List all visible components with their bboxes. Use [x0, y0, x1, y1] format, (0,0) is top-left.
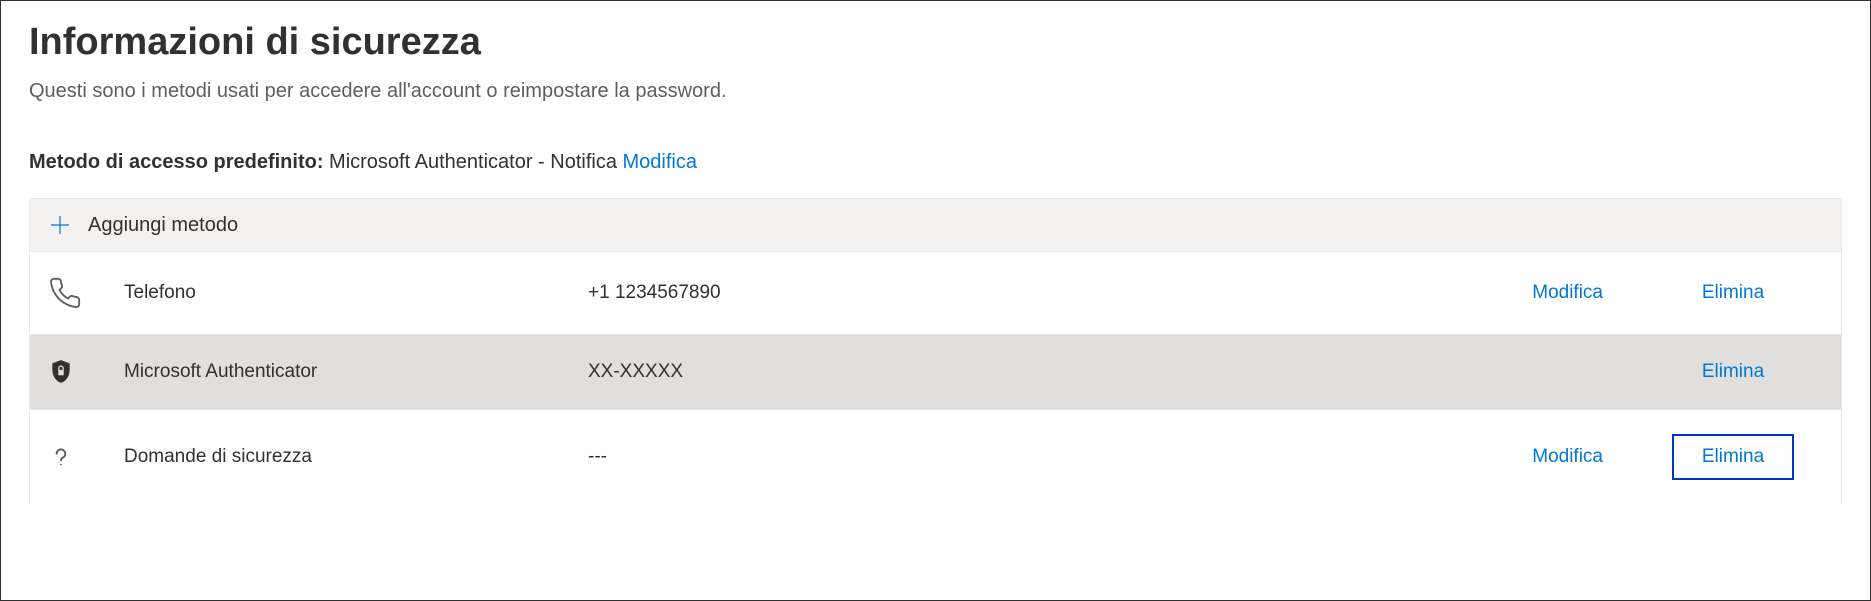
modify-link[interactable]: Modifica	[1188, 446, 1643, 468]
method-row-authenticator: Microsoft Authenticator XX-XXXXX Elimina	[30, 335, 1841, 410]
page-title: Informazioni di sicurezza	[29, 21, 1842, 64]
method-name: Domande di sicurezza	[108, 446, 588, 468]
default-method-label: Metodo di accesso predefinito:	[29, 151, 323, 173]
phone-icon	[48, 276, 108, 310]
modify-link[interactable]: Modifica	[1188, 282, 1643, 304]
delete-link[interactable]: Elimina	[1643, 282, 1823, 304]
method-row-phone: Telefono +1 1234567890 Modifica Elimina	[30, 252, 1841, 335]
authenticator-icon	[48, 359, 108, 385]
default-method-modify-link[interactable]: Modifica	[623, 151, 697, 173]
method-value: +1 1234567890	[588, 282, 1188, 304]
add-method-label: Aggiungi metodo	[88, 214, 238, 237]
add-method-button[interactable]: Aggiungi metodo	[30, 199, 1841, 252]
question-icon	[48, 444, 108, 470]
default-method-line: Metodo di accesso predefinito: Microsoft…	[29, 151, 1842, 174]
delete-cell: Elimina	[1643, 434, 1823, 480]
default-method-value: Microsoft Authenticator - Notifica	[329, 151, 617, 173]
method-value: ---	[588, 446, 1188, 468]
method-value: XX-XXXXX	[588, 361, 1188, 383]
method-name: Microsoft Authenticator	[108, 361, 588, 383]
page-subtitle: Questi sono i metodi usati per accedere …	[29, 80, 1842, 103]
delete-link-highlighted[interactable]: Elimina	[1672, 434, 1794, 480]
method-row-security-questions: Domande di sicurezza --- Modifica Elimin…	[30, 410, 1841, 504]
methods-table: Aggiungi metodo Telefono +1 1234567890 M…	[29, 198, 1842, 504]
delete-link[interactable]: Elimina	[1643, 361, 1823, 383]
method-name: Telefono	[108, 282, 588, 304]
plus-icon	[48, 213, 72, 237]
